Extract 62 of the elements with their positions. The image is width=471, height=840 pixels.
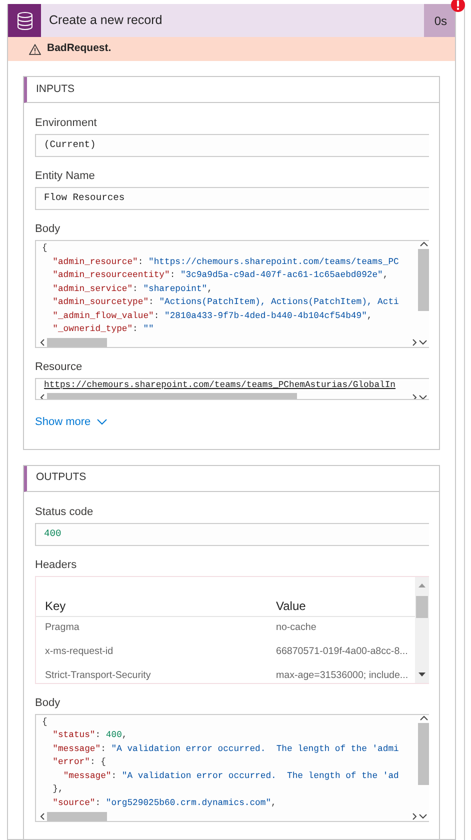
- code-line: "_ownerid_type": "": [52, 323, 155, 336]
- scroll-down-icon[interactable]: [418, 672, 426, 676]
- field-label: Resource: [35, 360, 84, 374]
- scroll-down-icon[interactable]: [419, 394, 427, 399]
- step-title[interactable]: Create a new record: [41, 4, 424, 37]
- warning-icon: [29, 44, 41, 54]
- show-more-link[interactable]: Show more: [35, 414, 107, 430]
- vertical-scrollbar[interactable]: [415, 576, 429, 682]
- field-value: (Current): [35, 134, 429, 157]
- scroll-right-icon[interactable]: [412, 812, 417, 820]
- code-line: {: [42, 242, 48, 255]
- scroll-left-icon[interactable]: [40, 339, 45, 346]
- table-cell-text: Pragma: [44, 621, 80, 636]
- error-message: BadRequest.: [47, 41, 112, 56]
- code-line: },: [52, 783, 64, 796]
- scroll-up-icon[interactable]: [420, 714, 428, 720]
- error-badge-icon: [451, 0, 465, 12]
- code-line: "error": {: [52, 756, 107, 769]
- section-title: OUTPUTS: [24, 466, 439, 492]
- scroll-left-icon[interactable]: [40, 394, 45, 399]
- scrollbar-thumb[interactable]: [418, 249, 429, 311]
- field-value: 400: [35, 522, 429, 546]
- scrollbar-thumb[interactable]: [418, 722, 429, 784]
- code-line: "message": "A validation error occurred. The length of the 'ad: [62, 770, 400, 782]
- code-line: "admin_service": "sharepoint",: [52, 282, 214, 296]
- code-line: "admin_resource": "https://chemours.sharepoint.com/teams/teams_PC: [52, 256, 400, 268]
- scroll-right-icon[interactable]: [412, 339, 417, 346]
- scroll-down-icon[interactable]: [419, 340, 427, 345]
- field-label: Body: [35, 222, 62, 236]
- database-icon: [16, 12, 32, 30]
- table-cell-text: max-age=31536000; include...: [276, 669, 410, 684]
- field-value: Flow Resources: [35, 187, 429, 210]
- field-label: Entity Name: [35, 169, 96, 183]
- field-label: Body: [35, 696, 62, 710]
- code-line: "admin_resourceentity": "3c9a9d5a-c9ad-407f-ac61-1c65aebd092e",: [52, 269, 390, 282]
- scrollbar-thumb[interactable]: [47, 392, 297, 399]
- step-duration: 0s: [424, 4, 455, 37]
- scroll-right-icon[interactable]: [412, 394, 417, 399]
- table-cell-text: x-ms-request-id: [44, 645, 114, 660]
- resource-link[interactable]: https://chemours.sharepoint.com/teams/teams_PChemAsturias/GlobalIn: [36, 379, 429, 392]
- scroll-left-icon[interactable]: [40, 812, 45, 820]
- code-line: "message": "A validation error occurred. The length of the 'admi: [52, 742, 400, 756]
- scrollbar-thumb[interactable]: [47, 338, 107, 347]
- scroll-down-icon[interactable]: [419, 814, 427, 818]
- table-cell-text: 66870571-019f-4a00-a8cc-8...: [276, 645, 409, 660]
- scrollbar-thumb[interactable]: [416, 596, 428, 618]
- field-label: Status code: [35, 504, 94, 518]
- scrollbar-thumb[interactable]: [47, 812, 107, 820]
- field-label: Headers: [35, 558, 78, 572]
- code-line: "status": 400,: [52, 729, 128, 742]
- code-line: "admin_sourcetype": "Actions(PatchItem), Actions(PatchItem), Acti: [52, 296, 400, 309]
- column-header: Key: [44, 598, 67, 614]
- chevron-down-icon[interactable]: [96, 419, 107, 426]
- column-header: Value: [276, 598, 307, 614]
- code-line: "_admin_flow_value": "2810a433-9f7b-4ded-b440-4b104cf54b49",: [52, 310, 374, 322]
- table-cell-text: Strict-Transport-Security: [44, 669, 152, 684]
- code-line: {: [42, 716, 48, 728]
- scroll-up-icon[interactable]: [420, 241, 428, 247]
- table-cell-text: no-cache: [276, 621, 318, 636]
- field-label: Environment: [35, 116, 98, 130]
- code-line: "source": "org529025b60.crm.dynamics.com",: [52, 796, 278, 810]
- section-title: INPUTS: [24, 77, 439, 103]
